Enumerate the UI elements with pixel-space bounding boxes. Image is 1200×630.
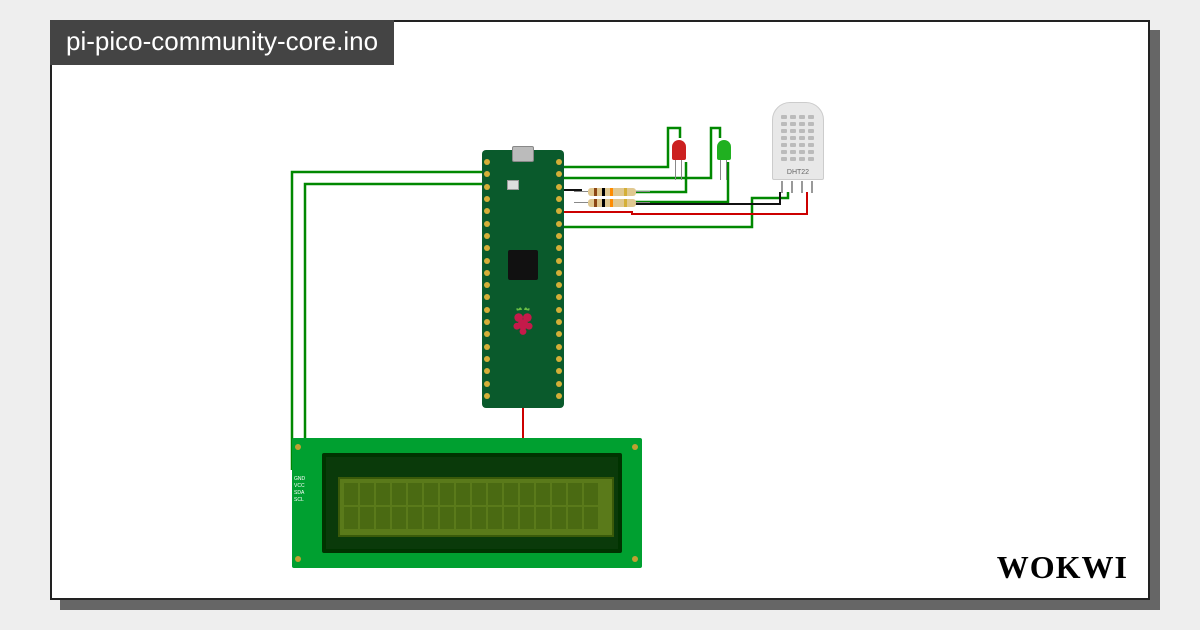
lcd-screen	[338, 477, 614, 537]
wokwi-logo: WOKWI	[997, 549, 1128, 586]
pin-row-right	[554, 158, 564, 400]
dht22-pins	[781, 181, 813, 193]
led-green[interactable]	[717, 140, 731, 160]
file-title: pi-pico-community-core.ino	[50, 20, 394, 65]
circuit-canvas[interactable]: DHT22 GND VCC SDA SCL	[52, 62, 1152, 582]
lcd-pin-labels: GND VCC SDA SCL	[294, 476, 305, 504]
resistor-2[interactable]	[588, 199, 636, 207]
lcd-1602[interactable]: GND VCC SDA SCL	[292, 438, 642, 568]
led-red[interactable]	[672, 140, 686, 160]
raspberry-logo-icon	[510, 305, 536, 337]
lcd-frame	[322, 453, 622, 553]
usb-connector-icon	[512, 146, 534, 162]
pin-row-left	[482, 158, 492, 400]
dht22-label: DHT22	[773, 169, 823, 176]
rp2040-chip-icon	[508, 250, 538, 280]
raspberry-pi-pico[interactable]	[482, 150, 564, 408]
resistor-1[interactable]	[588, 188, 636, 196]
dht22-sensor[interactable]: DHT22	[772, 102, 824, 180]
sensor-grille-icon	[781, 115, 817, 161]
bootsel-button[interactable]	[507, 180, 519, 190]
canvas-frame: pi-pico-community-core.ino	[50, 20, 1150, 600]
